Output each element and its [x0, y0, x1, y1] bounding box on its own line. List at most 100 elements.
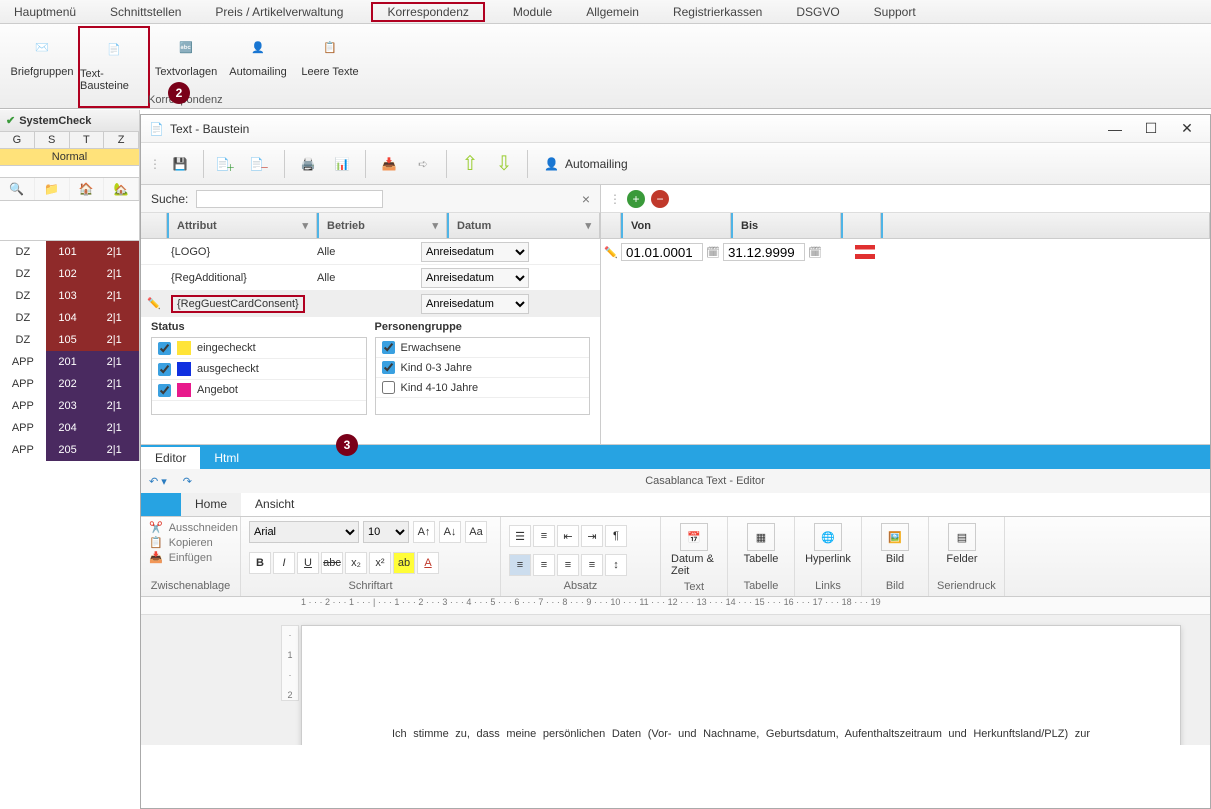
- home-icon[interactable]: 🏡: [104, 178, 139, 200]
- paste-button[interactable]: 📥 Einfügen: [149, 551, 232, 564]
- calendar-icon[interactable]: 🗓: [805, 246, 825, 259]
- bis-input[interactable]: [723, 243, 805, 261]
- italic-button[interactable]: I: [273, 552, 295, 574]
- document-page[interactable]: Ich stimme zu, dass meine persönlichen D…: [301, 625, 1181, 745]
- attribute-row[interactable]: ✏️{RegGuestCardConsent}Anreisedatum: [141, 291, 600, 317]
- superscript-button[interactable]: x²: [369, 552, 391, 574]
- highlight-button[interactable]: ab: [393, 552, 415, 574]
- justify-button[interactable]: ≡: [581, 554, 603, 576]
- datum-select[interactable]: Anreisedatum: [421, 242, 529, 262]
- house-icon[interactable]: 🏠: [70, 178, 105, 200]
- room-row[interactable]: APP2042|1: [0, 417, 139, 439]
- outdent-button[interactable]: ⇤: [557, 525, 579, 547]
- undo-button[interactable]: ↶ ▾: [141, 475, 175, 488]
- hyperlink-button[interactable]: 🌐Hyperlink: [803, 521, 853, 567]
- datum-select[interactable]: Anreisedatum: [421, 268, 529, 288]
- paragraph-button[interactable]: ¶: [605, 525, 627, 547]
- bold-button[interactable]: B: [249, 552, 271, 574]
- tab-s[interactable]: S: [35, 132, 70, 148]
- status-checkbox[interactable]: [158, 384, 171, 397]
- automailing-button[interactable]: 👤 Automailing: [536, 157, 636, 171]
- tab-t[interactable]: T: [70, 132, 105, 148]
- size-select[interactable]: 10: [363, 521, 409, 543]
- font-color-button[interactable]: A: [417, 552, 439, 574]
- ribbon-briefgruppen[interactable]: ✉️ Briefgruppen: [6, 26, 78, 108]
- tab-editor[interactable]: Editor: [141, 447, 200, 469]
- col-bis[interactable]: Bis: [731, 213, 841, 238]
- delete-doc-button[interactable]: 📄－: [246, 149, 276, 179]
- align-center-button[interactable]: ≡: [533, 554, 555, 576]
- menu-schnittstellen[interactable]: Schnittstellen: [104, 3, 187, 21]
- room-row[interactable]: DZ1032|1: [0, 285, 139, 307]
- room-row[interactable]: APP2032|1: [0, 395, 139, 417]
- menu-hauptmenu[interactable]: Hauptmenü: [8, 3, 82, 21]
- save-button[interactable]: 💾: [165, 149, 195, 179]
- status-listbox[interactable]: eingechecktausgechecktAngebot: [151, 337, 367, 415]
- attribute-row[interactable]: {RegAdditional}AlleAnreisedatum: [141, 265, 600, 291]
- grow-font-button[interactable]: A↑: [413, 521, 435, 543]
- pgroup-item[interactable]: Kind 4-10 Jahre: [376, 378, 590, 398]
- von-input[interactable]: [621, 243, 703, 261]
- col-datum[interactable]: Datum: [457, 220, 491, 232]
- image-button[interactable]: 🖼️Bild: [870, 521, 920, 567]
- menu-module[interactable]: Module: [507, 3, 558, 21]
- maximize-button[interactable]: ☐: [1136, 120, 1166, 137]
- ribbon-automailing[interactable]: 👤 Automailing: [222, 26, 294, 108]
- change-case-button[interactable]: Aa: [465, 521, 487, 543]
- menu-korrespondenz[interactable]: Korrespondenz: [371, 2, 484, 22]
- filter-icon[interactable]: ▾: [302, 219, 308, 232]
- document-body-text[interactable]: Ich stimme zu, dass meine persönlichen D…: [392, 726, 1090, 745]
- menu-preis[interactable]: Preis / Artikelverwaltung: [209, 3, 349, 21]
- underline-button[interactable]: U: [297, 552, 319, 574]
- tab-z[interactable]: Z: [104, 132, 139, 148]
- menu-registrierkassen[interactable]: Registrierkassen: [667, 3, 768, 21]
- numbering-button[interactable]: ≡: [533, 525, 555, 547]
- clear-search-icon[interactable]: ×: [582, 191, 590, 207]
- status-item[interactable]: eingecheckt: [152, 338, 366, 359]
- room-row[interactable]: APP2012|1: [0, 351, 139, 373]
- ribbon-text-bausteine[interactable]: 📄 Text-Bausteine: [78, 26, 150, 108]
- pgroup-listbox[interactable]: ErwachseneKind 0-3 JahreKind 4-10 Jahre: [375, 337, 591, 415]
- arrow-down-button[interactable]: ⇩: [489, 149, 519, 179]
- datum-select[interactable]: Anreisedatum: [421, 294, 529, 314]
- import-button[interactable]: 📥: [374, 149, 404, 179]
- minimize-button[interactable]: —: [1100, 121, 1130, 137]
- tab-home[interactable]: Home: [181, 493, 241, 516]
- status-checkbox[interactable]: [158, 363, 171, 376]
- font-select[interactable]: Arial: [249, 521, 359, 543]
- remove-button[interactable]: −: [651, 190, 669, 208]
- tab-html[interactable]: Html: [200, 447, 253, 469]
- calendar-icon[interactable]: 🗓: [703, 246, 723, 259]
- line-spacing-button[interactable]: ↕: [605, 554, 627, 576]
- menu-support[interactable]: Support: [868, 3, 922, 21]
- fields-button[interactable]: ▤Felder: [937, 521, 987, 567]
- copy-button[interactable]: 📋 Kopieren: [149, 536, 232, 549]
- redo-button[interactable]: ↷: [175, 475, 200, 488]
- room-row[interactable]: DZ1052|1: [0, 329, 139, 351]
- pgroup-checkbox[interactable]: [382, 341, 395, 354]
- col-betrieb[interactable]: Betrieb: [327, 220, 365, 232]
- filter-icon[interactable]: ▾: [585, 219, 591, 232]
- folder-icon[interactable]: 📁: [35, 178, 70, 200]
- forward-button[interactable]: ➪: [408, 149, 438, 179]
- pgroup-checkbox[interactable]: [382, 361, 395, 374]
- datetime-button[interactable]: 📅Datum & Zeit: [669, 521, 719, 579]
- table-button[interactable]: ▦Tabelle: [736, 521, 786, 567]
- menu-dsgvo[interactable]: DSGVO: [790, 3, 845, 21]
- arrow-up-button[interactable]: ⇧: [455, 149, 485, 179]
- align-left-button[interactable]: ≡: [509, 554, 531, 576]
- cut-button[interactable]: ✂️ Ausschneiden: [149, 521, 232, 534]
- export-excel-button[interactable]: 📊: [327, 149, 357, 179]
- room-row[interactable]: APP2052|1: [0, 439, 139, 461]
- ribbon-leere-texte[interactable]: 📋 Leere Texte: [294, 26, 366, 108]
- attribute-row[interactable]: {LOGO}AlleAnreisedatum: [141, 239, 600, 265]
- search-icon[interactable]: 🔍: [0, 178, 35, 200]
- close-button[interactable]: ✕: [1172, 120, 1202, 137]
- shrink-font-button[interactable]: A↓: [439, 521, 461, 543]
- tab-ansicht[interactable]: Ansicht: [241, 493, 308, 516]
- room-row[interactable]: DZ1042|1: [0, 307, 139, 329]
- status-checkbox[interactable]: [158, 342, 171, 355]
- strike-button[interactable]: abc: [321, 552, 343, 574]
- indent-button[interactable]: ⇥: [581, 525, 603, 547]
- new-doc-button[interactable]: 📄＋: [212, 149, 242, 179]
